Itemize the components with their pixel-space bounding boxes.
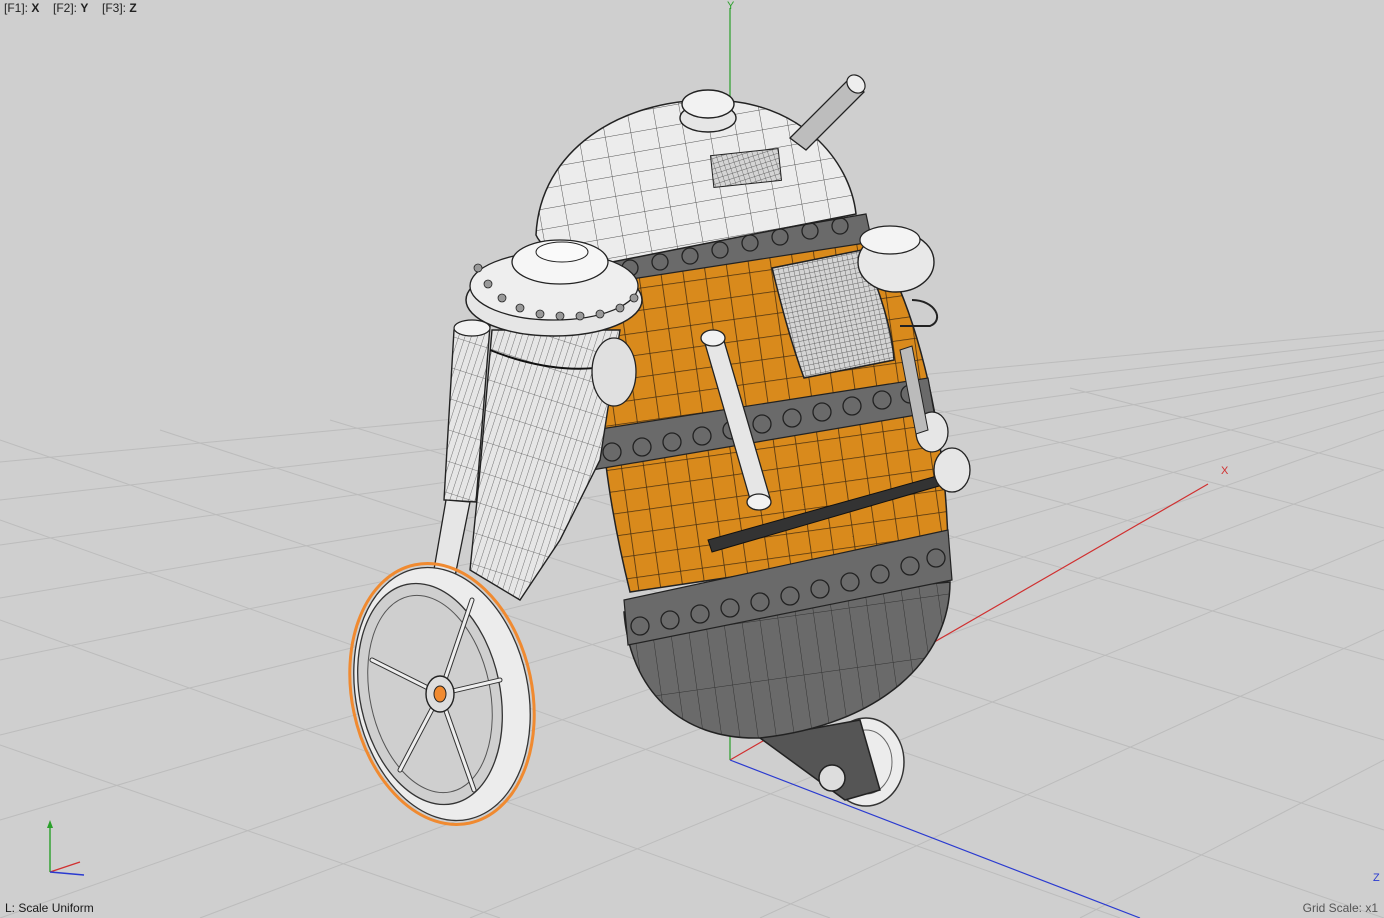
shortcut-z: [F3]: Z xyxy=(102,1,137,15)
shortcut-y: [F2]: Y xyxy=(53,1,89,15)
y-axis-label: Y xyxy=(727,0,735,12)
x-axis-label: X xyxy=(1221,465,1229,477)
robot-model xyxy=(348,74,971,826)
3d-viewport[interactable]: Y X Z [F1]: X [F2]: Y [F3]: Z L: Scale U… xyxy=(0,0,1384,918)
dome-top-cap xyxy=(679,89,737,133)
z-axis-line xyxy=(729,759,1141,918)
z-axis-label: Z xyxy=(1373,872,1380,884)
orientation-gizmo xyxy=(47,820,85,876)
active-tool-status: L: Scale Uniform xyxy=(5,901,94,915)
scene-canvas[interactable] xyxy=(0,0,1384,918)
dome-vent xyxy=(709,147,783,189)
shortcut-x: [F1]: X xyxy=(4,1,40,15)
grid-scale-status: Grid Scale: x1 xyxy=(1302,901,1378,915)
antenna xyxy=(789,74,866,151)
